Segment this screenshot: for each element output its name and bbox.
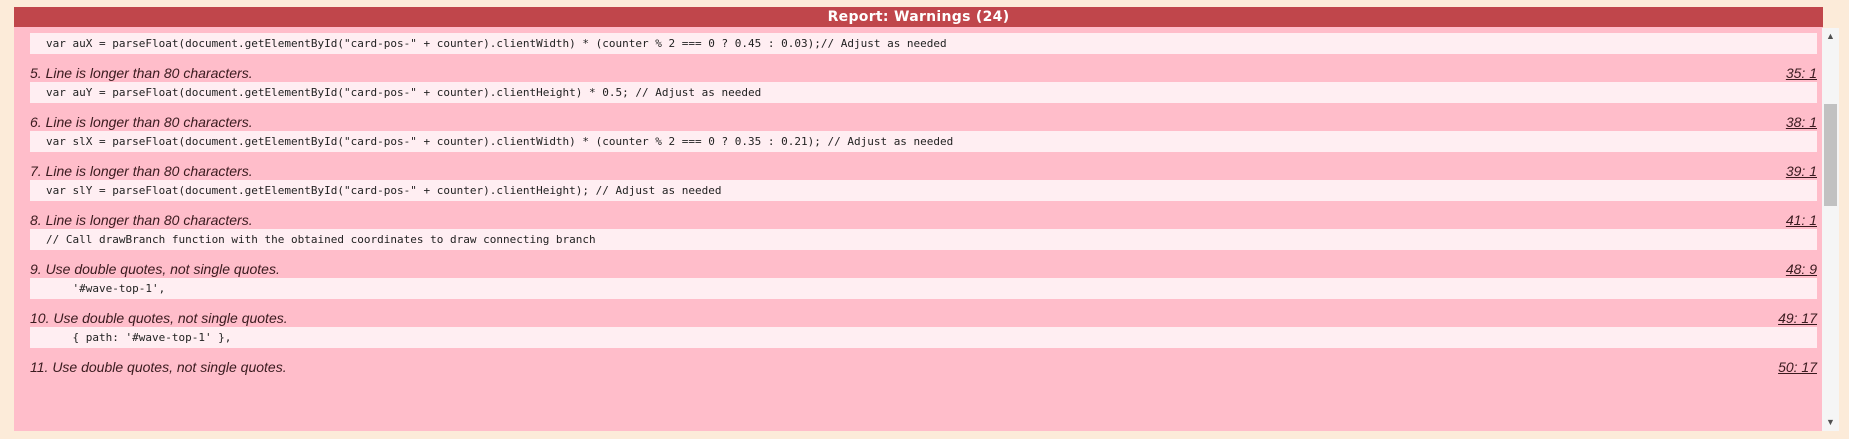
vertical-scrollbar[interactable]: ▲ ▼ xyxy=(1822,28,1839,431)
warning-item: 11. Use double quotes, not single quotes… xyxy=(30,357,1817,377)
warning-item: 5. Line is longer than 80 characters. 35… xyxy=(30,63,1817,83)
code-snippet: var auX = parseFloat(document.getElement… xyxy=(30,33,1817,54)
warning-item: 9. Use double quotes, not single quotes.… xyxy=(30,259,1817,279)
warning-location-link[interactable]: 39: 1 xyxy=(1786,161,1817,181)
warning-location-link[interactable]: 49: 17 xyxy=(1778,308,1817,328)
warnings-list[interactable]: var auX = parseFloat(document.getElement… xyxy=(14,27,1823,431)
warning-message: 6. Line is longer than 80 characters. xyxy=(30,114,253,130)
scroll-up-arrow-icon[interactable]: ▲ xyxy=(1822,28,1839,45)
warning-item: 6. Line is longer than 80 characters. 38… xyxy=(30,112,1817,132)
warning-location-link[interactable]: 48: 9 xyxy=(1786,259,1817,279)
warning-message: 8. Line is longer than 80 characters. xyxy=(30,212,253,228)
scrollbar-thumb[interactable] xyxy=(1824,104,1837,206)
warning-item: 10. Use double quotes, not single quotes… xyxy=(30,308,1817,328)
code-snippet: var slX = parseFloat(document.getElement… xyxy=(30,131,1817,152)
warning-location-link[interactable]: 50: 17 xyxy=(1778,357,1817,377)
warning-item: 8. Line is longer than 80 characters. 41… xyxy=(30,210,1817,230)
warning-message: 7. Line is longer than 80 characters. xyxy=(30,163,253,179)
code-snippet: { path: '#wave-top-1' }, xyxy=(30,327,1817,348)
code-snippet: '#wave-top-1', xyxy=(30,278,1817,299)
warning-location-link[interactable]: 38: 1 xyxy=(1786,112,1817,132)
code-snippet: var slY = parseFloat(document.getElement… xyxy=(30,180,1817,201)
report-header: Report: Warnings (24) xyxy=(14,7,1823,27)
warning-location-link[interactable]: 35: 1 xyxy=(1786,63,1817,83)
warning-message: 10. Use double quotes, not single quotes… xyxy=(30,310,288,326)
warnings-report-panel: Report: Warnings (24) var auX = parseFlo… xyxy=(14,7,1823,431)
warning-message: 11. Use double quotes, not single quotes… xyxy=(30,359,287,375)
scroll-down-arrow-icon[interactable]: ▼ xyxy=(1822,414,1839,431)
code-snippet: // Call drawBranch function with the obt… xyxy=(30,229,1817,250)
warning-item: 7. Line is longer than 80 characters. 39… xyxy=(30,161,1817,181)
code-snippet: var auY = parseFloat(document.getElement… xyxy=(30,82,1817,103)
warning-location-link[interactable]: 41: 1 xyxy=(1786,210,1817,230)
warning-message: 5. Line is longer than 80 characters. xyxy=(30,65,253,81)
warning-message: 9. Use double quotes, not single quotes. xyxy=(30,261,280,277)
